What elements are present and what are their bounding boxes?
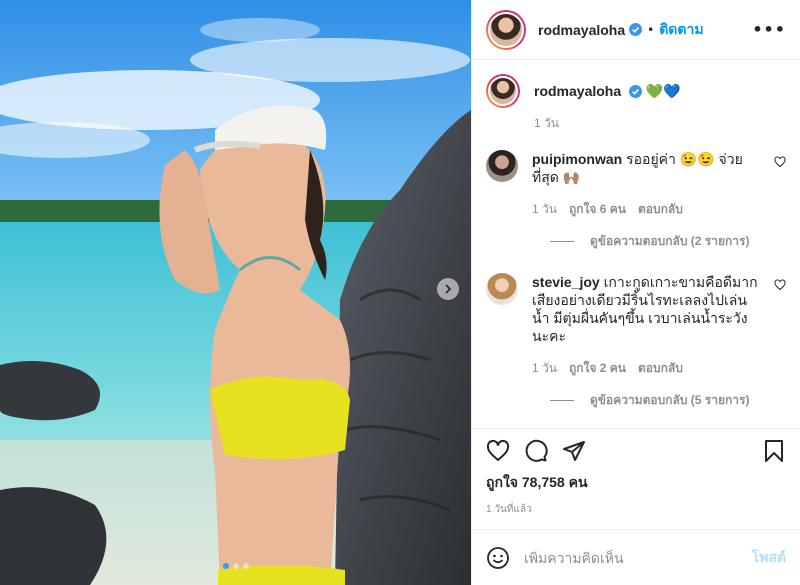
post-modal: rodmayaloha • ติดตาม ••• rodmayaloha �: [0, 0, 800, 585]
comment-time[interactable]: 1 วัน: [532, 200, 557, 218]
bookmark-icon[interactable]: [762, 439, 786, 463]
comment-likes-count[interactable]: ถูกใจ 6 คน: [569, 200, 626, 218]
caption-time[interactable]: 1 วัน: [534, 114, 559, 132]
replies-divider-line: [550, 400, 574, 401]
add-comment-bar: โพสต์: [472, 529, 800, 585]
caption-row: rodmayaloha 💚💙 1 วัน: [486, 74, 786, 132]
post-photo[interactable]: [0, 0, 471, 585]
replies-divider-line: [550, 241, 574, 242]
author-avatar[interactable]: [486, 74, 520, 108]
more-options-button[interactable]: •••: [752, 20, 786, 39]
post-comment-button[interactable]: โพสต์: [752, 547, 786, 569]
like-comment-heart-icon[interactable]: [774, 279, 786, 291]
author-avatar[interactable]: [486, 9, 526, 50]
reply-button[interactable]: ตอบกลับ: [638, 200, 683, 218]
author-username[interactable]: rodmayaloha: [538, 22, 625, 38]
post-header: rodmayaloha • ติดตาม •••: [472, 0, 800, 60]
commenter-avatar[interactable]: [486, 273, 518, 305]
chevron-right-icon: [445, 284, 452, 294]
comment-username[interactable]: stevie_joy: [532, 274, 600, 290]
caption-username[interactable]: rodmayaloha: [534, 83, 621, 99]
carousel-indicator: [0, 563, 471, 569]
post-actions-bar: [472, 428, 800, 472]
view-replies-label: ดูข้อความตอบกลับ (5 รายการ): [590, 393, 750, 407]
commenter-avatar[interactable]: [486, 150, 518, 182]
likes-count[interactable]: ถูกใจ 78,758 คน: [472, 472, 800, 494]
comment-icon[interactable]: [524, 439, 548, 463]
emoji-icon[interactable]: [486, 546, 510, 570]
comments-list[interactable]: rodmayaloha 💚💙 1 วัน puipimonwan รออยู่ค…: [472, 60, 800, 428]
comment-row: stevie_joy เกาะกูดเกาะขามคือดีมาก เสียงอ…: [486, 273, 786, 377]
post-timestamp[interactable]: 1 วันที่แล้ว: [472, 494, 800, 529]
share-icon[interactable]: [562, 439, 586, 463]
add-comment-input[interactable]: [524, 549, 752, 566]
comment-likes-count[interactable]: ถูกใจ 2 คน: [569, 359, 626, 377]
post-sidebar: rodmayaloha • ติดตาม ••• rodmayaloha �: [471, 0, 800, 585]
view-replies-label: ดูข้อความตอบกลับ (2 รายการ): [590, 234, 750, 248]
carousel-dot: [232, 563, 239, 569]
carousel-dot: [242, 563, 249, 569]
carousel-dot: [222, 563, 229, 569]
view-replies-button[interactable]: ดูข้อความตอบกลับ (2 รายการ): [550, 232, 786, 251]
comment-row: puipimonwan รออยู่ค่า 😉😉 จ่วยที่สุด 🙌🏽 1…: [486, 150, 786, 218]
comment-username[interactable]: puipimonwan: [532, 151, 622, 167]
like-comment-heart-icon[interactable]: [774, 156, 786, 168]
beach-photo-image: [0, 0, 471, 585]
view-replies-button[interactable]: ดูข้อความตอบกลับ (5 รายการ): [550, 391, 786, 410]
separator-dot: •: [647, 22, 655, 37]
comment-time[interactable]: 1 วัน: [532, 359, 557, 377]
follow-button[interactable]: ติดตาม: [659, 19, 703, 41]
carousel-next-button[interactable]: [437, 278, 459, 300]
caption-text: 💚💙: [645, 83, 681, 99]
heart-icon[interactable]: [486, 439, 510, 463]
reply-button[interactable]: ตอบกลับ: [638, 359, 683, 377]
verified-badge-icon: [629, 23, 643, 36]
verified-badge-icon: [629, 85, 643, 98]
